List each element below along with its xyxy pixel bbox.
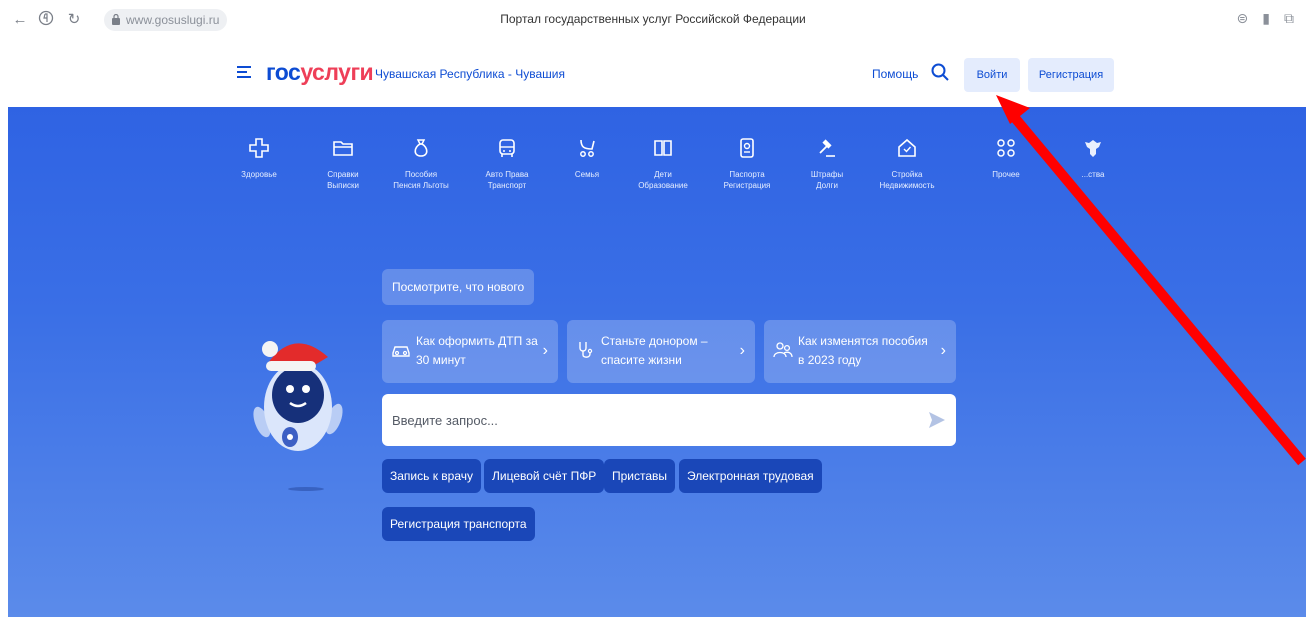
category-label: Здоровье [241, 170, 277, 179]
category-passports[interactable]: Паспорта Регистрация [704, 137, 790, 191]
search-field[interactable] [382, 394, 956, 446]
quick-link-bailiffs[interactable]: Приставы [604, 459, 676, 493]
card-subtitle: в 2023 году [798, 353, 862, 367]
category-ministries[interactable]: ...ства [1050, 137, 1136, 180]
category-label: Паспорта Регистрация [723, 170, 771, 190]
passport-icon [740, 138, 754, 158]
category-property[interactable]: Стройка Недвижимость [864, 137, 950, 191]
book-icon [654, 140, 672, 156]
category-label: Стройка Недвижимость [879, 170, 935, 190]
card-title: Станьте донором – [601, 334, 708, 348]
news-card-benefits[interactable]: Как изменятся пособия в 2023 году › [764, 320, 956, 383]
category-label: Дети Образование [638, 170, 688, 190]
category-certificates[interactable]: Справки Выписки [300, 137, 386, 191]
category-label: Семья [574, 170, 600, 179]
news-card-donor[interactable]: Станьте донором – спасите жизни › [567, 320, 755, 383]
grid-icon [997, 139, 1015, 157]
category-other[interactable]: Прочее [963, 137, 1049, 180]
emblem-icon [1085, 140, 1101, 157]
category-label: Штрафы Долги [810, 170, 844, 190]
card-title: Как оформить ДТП за [416, 334, 538, 348]
site-header: госуслуги Чувашская Республика - Чувашия… [8, 45, 1306, 107]
chevron-right-icon: › [739, 342, 745, 359]
quick-link-vehicle-registration[interactable]: Регистрация транспорта [382, 507, 535, 541]
register-button[interactable]: Регистрация [1028, 58, 1114, 92]
quick-link-work-book[interactable]: Электронная трудовая [679, 459, 822, 493]
tab-title: Портал государственных услуг Российской … [500, 12, 806, 26]
category-label: Авто Права Транспорт [485, 170, 529, 190]
gosuslugi-logo[interactable]: госуслуги [266, 59, 374, 86]
robot-mascot-image [253, 341, 343, 491]
whats-new-button[interactable]: Посмотрите, что нового [382, 269, 535, 305]
card-title: Как изменятся пособия [798, 334, 928, 348]
house-icon [898, 138, 916, 157]
card-subtitle: 30 минут [416, 353, 466, 367]
quick-link-pfr[interactable]: Лицевой счёт ПФР [484, 459, 605, 493]
news-card-accident[interactable]: Как оформить ДТП за 30 минут › [382, 320, 558, 383]
send-arrow-icon[interactable] [928, 411, 946, 429]
category-health[interactable]: Здоровье [216, 137, 302, 180]
category-children[interactable]: Дети Образование [620, 137, 706, 191]
category-auto[interactable]: Авто Права Транспорт [464, 137, 550, 191]
card-subtitle: спасите жизни [601, 353, 682, 367]
stroller-icon [580, 139, 595, 157]
category-fines[interactable]: Штрафы Долги [784, 137, 870, 191]
category-label: Прочее [992, 170, 1020, 179]
menu-icon[interactable] [237, 66, 251, 78]
category-label: ...ства [1081, 170, 1105, 179]
chevron-right-icon: › [940, 342, 946, 359]
gavel-icon [819, 139, 835, 157]
category-label: Пособия Пенсия Льготы [393, 170, 449, 190]
folder-icon [333, 141, 353, 156]
browser-toolbar: ← ↻ www.gosuslugi.ru Портал государствен… [0, 0, 1306, 40]
car-icon [392, 346, 410, 357]
region-selector[interactable]: Чувашская Республика - Чувашия [375, 67, 565, 81]
quick-link-doctor[interactable]: Запись к врачу [382, 459, 482, 493]
stethoscope-icon [579, 342, 593, 358]
extensions-icon[interactable]: ⧉ [1284, 10, 1294, 27]
search-icon[interactable] [930, 62, 950, 82]
bookmark-icon[interactable]: ▮ [1262, 10, 1270, 27]
search-input[interactable] [392, 394, 912, 446]
category-family[interactable]: Семья [544, 137, 630, 180]
hero-section: Здоровье Справки Выписки Пособия Пенсия Ль… [8, 107, 1306, 617]
help-link[interactable]: Помощь [872, 67, 918, 81]
bus-icon [499, 139, 515, 157]
people-icon [773, 342, 793, 358]
money-bag-icon [414, 139, 428, 157]
login-button[interactable]: Войти [964, 58, 1020, 92]
reader-mode-icon[interactable]: ⊜ [1237, 10, 1249, 27]
chevron-right-icon: › [542, 342, 548, 359]
category-label: Справки Выписки [327, 170, 359, 190]
plus-cross-icon [249, 138, 269, 158]
category-benefits[interactable]: Пособия Пенсия Льготы [378, 137, 464, 191]
